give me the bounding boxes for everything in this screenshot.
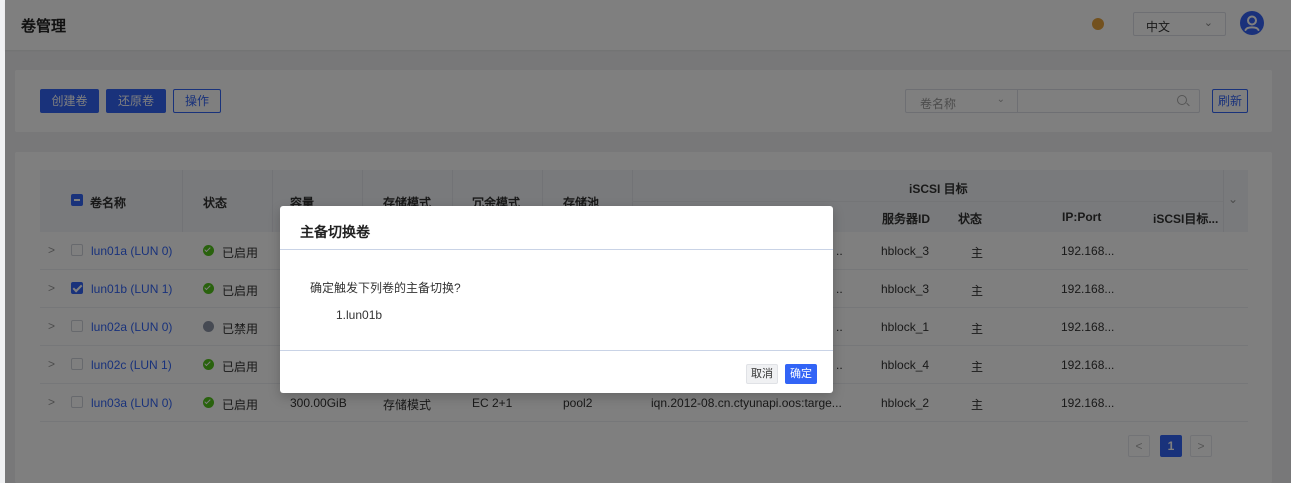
cancel-button[interactable]: 取消 [746,364,778,384]
dialog-divider [280,350,833,351]
dialog-divider [280,249,833,250]
dialog-message: 确定触发下列卷的主备切换? [310,281,461,295]
switch-volume-dialog: 主备切换卷 确定触发下列卷的主备切换? 1.lun01b 取消 确定 [280,206,833,393]
confirm-button[interactable]: 确定 [785,364,817,384]
dialog-title: 主备切换卷 [300,224,370,240]
dialog-volume-item: 1.lun01b [336,308,383,322]
